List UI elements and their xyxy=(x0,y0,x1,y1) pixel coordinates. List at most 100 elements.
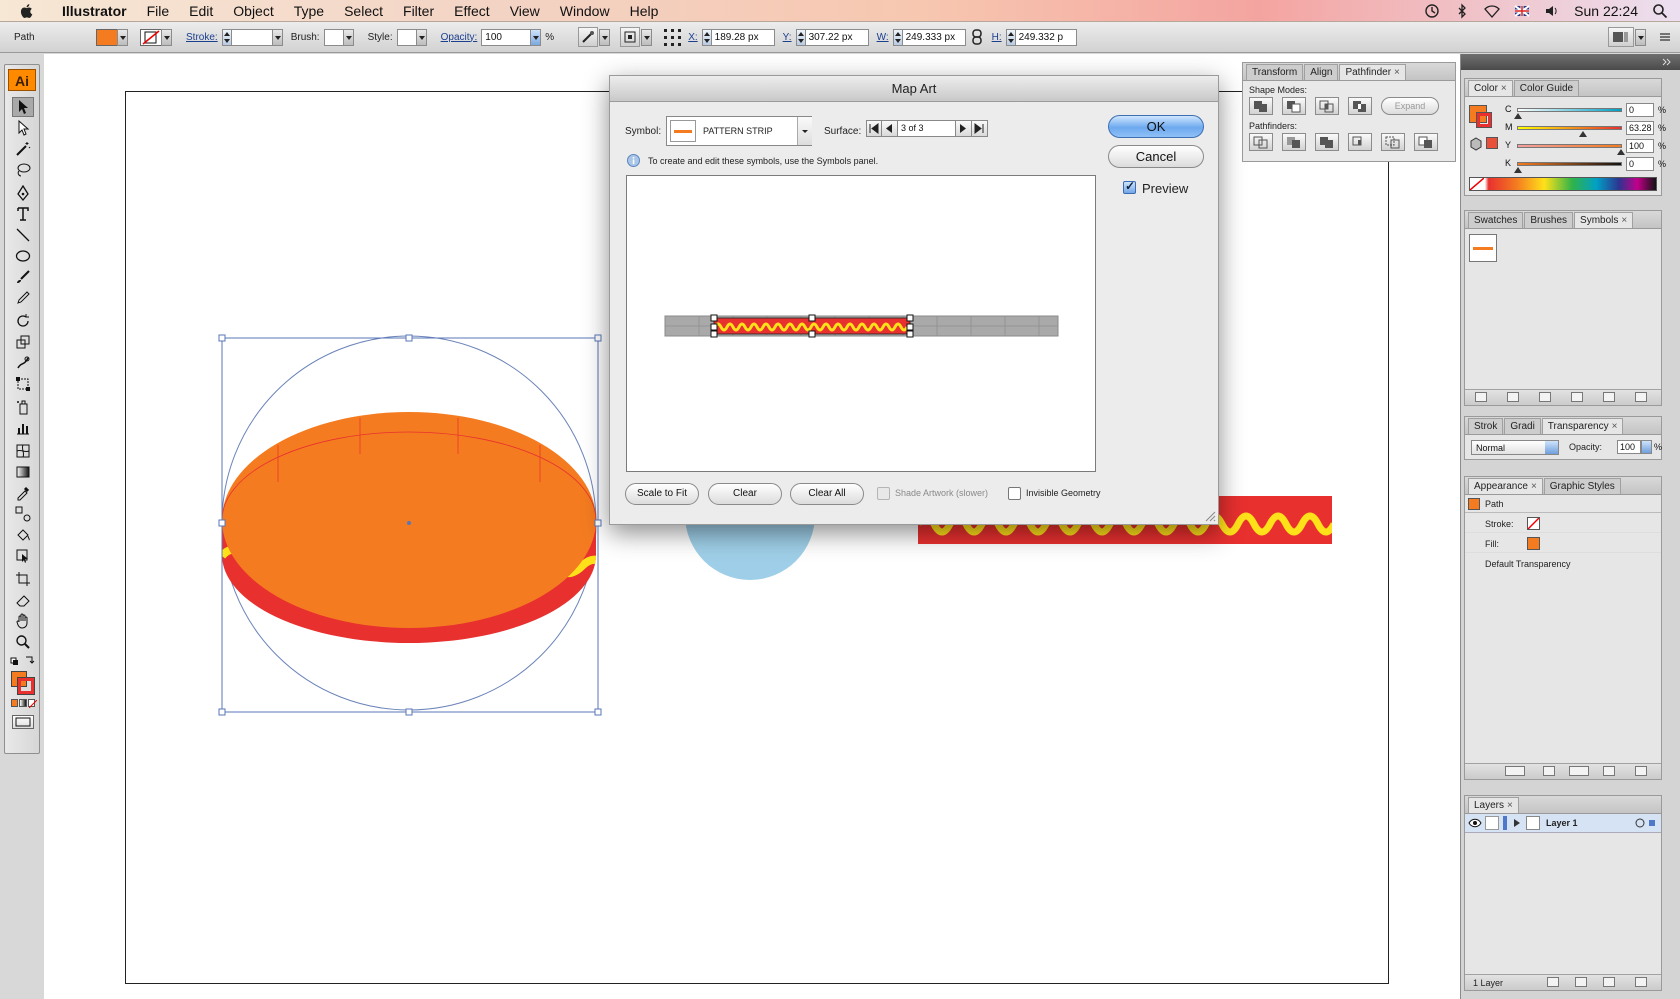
menu-effect[interactable]: Effect xyxy=(444,3,500,19)
crop-area-tool[interactable] xyxy=(12,569,34,589)
scale-tool[interactable] xyxy=(12,332,34,352)
tab-color-guide[interactable]: Color Guide xyxy=(1513,80,1580,96)
hand-tool[interactable] xyxy=(12,611,34,631)
workspace-dropdown[interactable] xyxy=(1635,28,1646,46)
x-label[interactable]: X: xyxy=(688,32,697,43)
wifi-icon[interactable] xyxy=(1484,3,1501,19)
resize-grip-icon[interactable] xyxy=(1204,510,1216,522)
symbol-swatch-pattern-strip[interactable] xyxy=(1469,234,1497,262)
tab-color[interactable]: Color × xyxy=(1468,80,1513,96)
appearance-object-row[interactable]: Path xyxy=(1465,495,1661,513)
channel-c-thumb[interactable] xyxy=(1514,113,1522,119)
tab-gradient[interactable]: Gradi xyxy=(1504,418,1541,434)
appearance-default-transparency[interactable]: Default Transparency xyxy=(1485,559,1571,569)
stroke-label-link[interactable]: Stroke: xyxy=(186,32,218,43)
menu-app-name[interactable]: Illustrator xyxy=(52,3,137,19)
h-label[interactable]: H: xyxy=(992,32,1002,43)
y-position-input[interactable] xyxy=(804,28,869,46)
fill-dropdown[interactable] xyxy=(117,28,128,46)
x-position-input[interactable] xyxy=(710,28,775,46)
transparency-opacity-arrow[interactable] xyxy=(1641,440,1652,454)
menu-file[interactable]: File xyxy=(137,3,180,19)
style-picker[interactable] xyxy=(396,28,417,46)
channel-y-input[interactable]: 100 xyxy=(1626,139,1654,153)
surface-indicator[interactable]: 3 of 3 xyxy=(898,120,956,137)
tab-transparency[interactable]: Transparency × xyxy=(1541,418,1624,434)
intersect-button[interactable] xyxy=(1315,97,1339,115)
appearance-stroke-row[interactable]: Stroke: xyxy=(1465,514,1661,533)
column-graph-tool[interactable] xyxy=(12,418,34,438)
scale-to-fit-button[interactable]: Scale to Fit xyxy=(625,483,699,505)
layer-row-layer-1[interactable]: Layer 1 xyxy=(1465,814,1661,833)
surface-first-button[interactable] xyxy=(866,120,882,137)
layer-lock-toggle[interactable] xyxy=(1485,816,1499,830)
expand-triangle-icon[interactable] xyxy=(1512,818,1522,828)
preview-checkbox[interactable] xyxy=(1123,179,1136,194)
out-of-gamut-cube-icon[interactable] xyxy=(1469,137,1483,151)
visibility-toggle-button[interactable] xyxy=(1505,766,1525,776)
menu-view[interactable]: View xyxy=(500,3,550,19)
symbol-dropdown-arrow[interactable] xyxy=(797,117,812,145)
close-tab-icon[interactable]: × xyxy=(1531,481,1537,492)
appearance-fill-swatch[interactable] xyxy=(1527,537,1540,550)
height-input[interactable] xyxy=(1014,28,1077,46)
none-mode-button[interactable] xyxy=(27,699,37,708)
eye-visibility-icon[interactable] xyxy=(1468,818,1482,828)
recolor-dropdown[interactable] xyxy=(599,28,611,46)
merge-button[interactable] xyxy=(1315,133,1339,151)
unite-button[interactable] xyxy=(1249,97,1273,115)
stroke-weight-input[interactable] xyxy=(230,28,273,46)
screen-mode-button[interactable] xyxy=(12,715,34,729)
tab-pathfinder[interactable]: Pathfinder × xyxy=(1339,64,1406,80)
y-stepper[interactable] xyxy=(795,28,806,46)
menu-edit[interactable]: Edit xyxy=(179,3,223,19)
pen-tool[interactable] xyxy=(12,183,34,203)
invisible-geometry-checkbox[interactable] xyxy=(1008,487,1021,500)
ok-button[interactable]: OK xyxy=(1108,115,1204,138)
surface-last-button[interactable] xyxy=(972,120,988,137)
control-panel-menu-icon[interactable] xyxy=(1658,30,1672,44)
channel-c-input[interactable]: 0 xyxy=(1626,103,1654,117)
make-clipping-mask-button[interactable] xyxy=(1547,977,1559,987)
volume-icon[interactable] xyxy=(1544,3,1560,19)
apple-icon[interactable] xyxy=(18,2,36,20)
blend-tool[interactable] xyxy=(12,504,34,524)
tab-layers[interactable]: Layers × xyxy=(1468,797,1519,813)
line-segment-tool[interactable] xyxy=(12,225,34,245)
surface-preview-area[interactable] xyxy=(626,175,1096,472)
menu-help[interactable]: Help xyxy=(620,3,669,19)
blend-mode-arrow[interactable] xyxy=(1545,441,1558,454)
tab-graphic-styles[interactable]: Graphic Styles xyxy=(1543,478,1621,494)
delete-symbol-button[interactable] xyxy=(1635,392,1647,402)
surface-map-canvas[interactable] xyxy=(627,176,1097,473)
close-tab-icon[interactable]: × xyxy=(1501,83,1507,94)
transparency-opacity-input[interactable]: 100 xyxy=(1617,440,1641,454)
type-tool[interactable] xyxy=(12,204,34,224)
trim-button[interactable] xyxy=(1282,133,1306,151)
surface-prev-button[interactable] xyxy=(882,120,898,137)
stroke-color-box[interactable] xyxy=(17,677,35,695)
opacity-dropdown[interactable] xyxy=(530,28,542,46)
gradient-tool[interactable] xyxy=(12,462,34,482)
pencil-tool[interactable] xyxy=(12,288,34,308)
constrain-proportions-link-icon[interactable] xyxy=(970,29,984,45)
tab-swatches[interactable]: Swatches xyxy=(1468,212,1524,228)
ellipse-tool[interactable] xyxy=(12,246,34,266)
time-machine-icon[interactable] xyxy=(1424,3,1440,19)
delete-layer-button[interactable] xyxy=(1635,977,1647,987)
width-stepper[interactable] xyxy=(892,28,903,46)
new-sublayer-button[interactable] xyxy=(1575,977,1587,987)
clear-appearance-button[interactable] xyxy=(1543,766,1555,776)
out-of-gamut-swatch[interactable] xyxy=(1486,137,1498,149)
minus-front-button[interactable] xyxy=(1282,97,1306,115)
magic-wand-tool[interactable] xyxy=(12,139,34,159)
clear-button[interactable]: Clear xyxy=(708,483,782,505)
clear-all-button[interactable]: Clear All xyxy=(790,483,864,505)
paintbrush-tool[interactable] xyxy=(12,267,34,287)
layer-name[interactable]: Layer 1 xyxy=(1546,818,1578,828)
selection-indicator[interactable] xyxy=(1649,820,1655,826)
brush-picker[interactable] xyxy=(323,28,344,46)
menu-select[interactable]: Select xyxy=(334,3,393,19)
tab-appearance[interactable]: Appearance × xyxy=(1468,478,1543,494)
selection-tool[interactable] xyxy=(12,97,34,117)
